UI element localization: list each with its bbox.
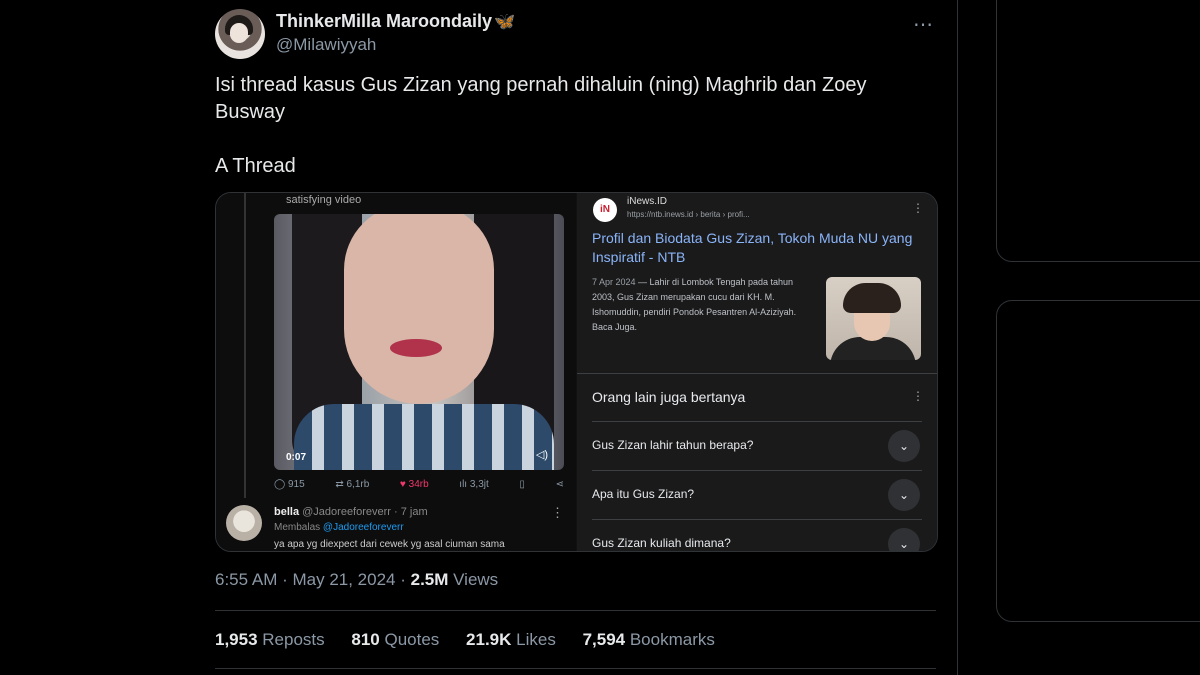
result-more-icon[interactable]: ⋮	[912, 201, 924, 215]
section-divider	[592, 470, 922, 471]
chevron-down-icon[interactable]: ⌄	[888, 479, 920, 511]
thread-line	[244, 193, 246, 498]
repost-icon: ⇄	[335, 479, 344, 490]
people-also-ask-title: Orang lain juga bertanya	[592, 389, 746, 405]
paa-question[interactable]: Apa itu Gus Zizan?	[592, 487, 694, 501]
reply-text: ya apa yg diexpect dari cewek yg asal ci…	[274, 539, 505, 550]
bookmark-icon[interactable]: ▯	[519, 479, 525, 490]
paa-question[interactable]: Gus Zizan kuliah dimana?	[592, 536, 731, 550]
bookmarks-label: Bookmarks	[625, 630, 715, 649]
reposts-count: 1,953	[215, 630, 258, 649]
views-count: 3,3jt	[469, 479, 489, 490]
reply-icon: ◯	[274, 479, 286, 490]
section-divider	[592, 421, 922, 422]
sidebar-card	[996, 0, 1200, 262]
more-options-icon[interactable]: ⋯	[913, 12, 934, 37]
author-handle[interactable]: @Milawiyyah	[276, 35, 376, 55]
author-name[interactable]: ThinkerMilla Maroondaily 🦋	[276, 11, 515, 32]
section-divider	[577, 373, 937, 374]
like-count: 34rb	[408, 479, 429, 490]
reply-avatar[interactable]	[226, 505, 262, 541]
inews-logo-icon: iN	[593, 198, 617, 222]
butterfly-icon: 🦋	[494, 12, 516, 31]
source-name: iNews.ID	[627, 196, 668, 207]
repost-action[interactable]: ⇄ 6,1rb	[335, 479, 369, 490]
reply-author-name[interactable]: bella	[274, 506, 299, 518]
views-label: Views	[448, 570, 499, 589]
bookmarks-stat[interactable]: 7,594 Bookmarks	[583, 630, 715, 649]
volume-icon[interactable]: ◁)	[536, 448, 548, 461]
divider	[215, 610, 936, 611]
divider	[215, 668, 936, 669]
search-result-snippet: 7 Apr 2024 — Lahir di Lombok Tengah pada…	[592, 275, 817, 335]
quotes-stat[interactable]: 810 Quotes	[351, 630, 439, 649]
chevron-down-icon[interactable]: ⌄	[888, 528, 920, 551]
heart-icon: ♥	[399, 479, 406, 490]
media-screenshot-left[interactable]: satisfying video 0:07 ◁) ◯ 915 ⇄ 6,1rb ♥…	[216, 193, 576, 551]
tweet-meta: 6:55 AM · May 21, 2024 · 2.5M Views	[215, 570, 498, 590]
like-action[interactable]: ♥ 34rb	[400, 479, 429, 490]
quotes-label: Quotes	[379, 630, 440, 649]
reply-action[interactable]: ◯ 915	[274, 479, 305, 490]
replying-to: Membalas @Jadoreeforeverr	[274, 522, 404, 533]
reply-header: bella @Jadoreeforeverr · 7 jam	[274, 506, 428, 518]
author-avatar[interactable]	[215, 9, 265, 59]
video-caption: satisfying video	[286, 194, 362, 206]
replying-prefix: Membalas	[274, 522, 321, 533]
tweet-text: Isi thread kasus Gus Zizan yang pernah d…	[215, 74, 867, 177]
bookmarks-count: 7,594	[582, 630, 626, 649]
repost-count: 6,1rb	[346, 479, 370, 490]
author-name-text[interactable]: ThinkerMilla Maroondaily	[276, 11, 492, 31]
replying-to-handle[interactable]: @Jadoreeforeverr	[323, 522, 404, 533]
section-divider	[592, 519, 922, 520]
reply-count: 915	[287, 479, 305, 490]
source-url: https://ntb.inews.id › berita › profi...	[627, 210, 750, 219]
result-thumbnail[interactable]	[826, 277, 921, 360]
chevron-down-icon[interactable]: ⌄	[888, 430, 920, 462]
paa-more-icon[interactable]: ⋮	[912, 389, 924, 403]
search-result-title[interactable]: Profil dan Biodata Gus Zizan, Tokoh Muda…	[592, 229, 922, 267]
result-date: 7 Apr 2024	[592, 277, 636, 287]
share-icon[interactable]: ⋖	[556, 479, 564, 490]
engagement-stats: 1,953 Reposts 810 Quotes 21.9K Likes 7,5…	[215, 630, 737, 650]
views-count-total: 2.5M	[410, 570, 449, 589]
likes-label: Likes	[511, 630, 556, 649]
reply-more-icon[interactable]: ⋮	[551, 505, 564, 521]
video-time: 0:07	[286, 452, 307, 463]
views-icon: ılı	[459, 479, 468, 490]
quotes-count: 810	[351, 630, 380, 649]
sidebar-card	[996, 300, 1200, 622]
reposts-stat[interactable]: 1,953 Reposts	[215, 630, 325, 649]
reposts-label: Reposts	[257, 630, 325, 649]
column-divider	[957, 0, 958, 675]
reply-handle-time: @Jadoreeforeverr · 7 jam	[302, 506, 428, 518]
likes-stat[interactable]: 21.9K Likes	[466, 630, 556, 649]
tweet-timestamp[interactable]: 6:55 AM · May 21, 2024 ·	[215, 570, 411, 589]
media-screenshot-right[interactable]: iN iNews.ID https://ntb.inews.id › berit…	[577, 193, 937, 551]
embedded-action-bar: ◯ 915 ⇄ 6,1rb ♥ 34rb ılı 3,3jt ▯ ⋖	[274, 479, 564, 490]
views-action[interactable]: ılı 3,3jt	[459, 479, 488, 490]
paa-question[interactable]: Gus Zizan lahir tahun berapa?	[592, 438, 753, 452]
likes-count: 21.9K	[466, 630, 512, 649]
tweet-media[interactable]: satisfying video 0:07 ◁) ◯ 915 ⇄ 6,1rb ♥…	[215, 192, 938, 552]
video-thumbnail[interactable]: 0:07 ◁)	[274, 214, 564, 470]
